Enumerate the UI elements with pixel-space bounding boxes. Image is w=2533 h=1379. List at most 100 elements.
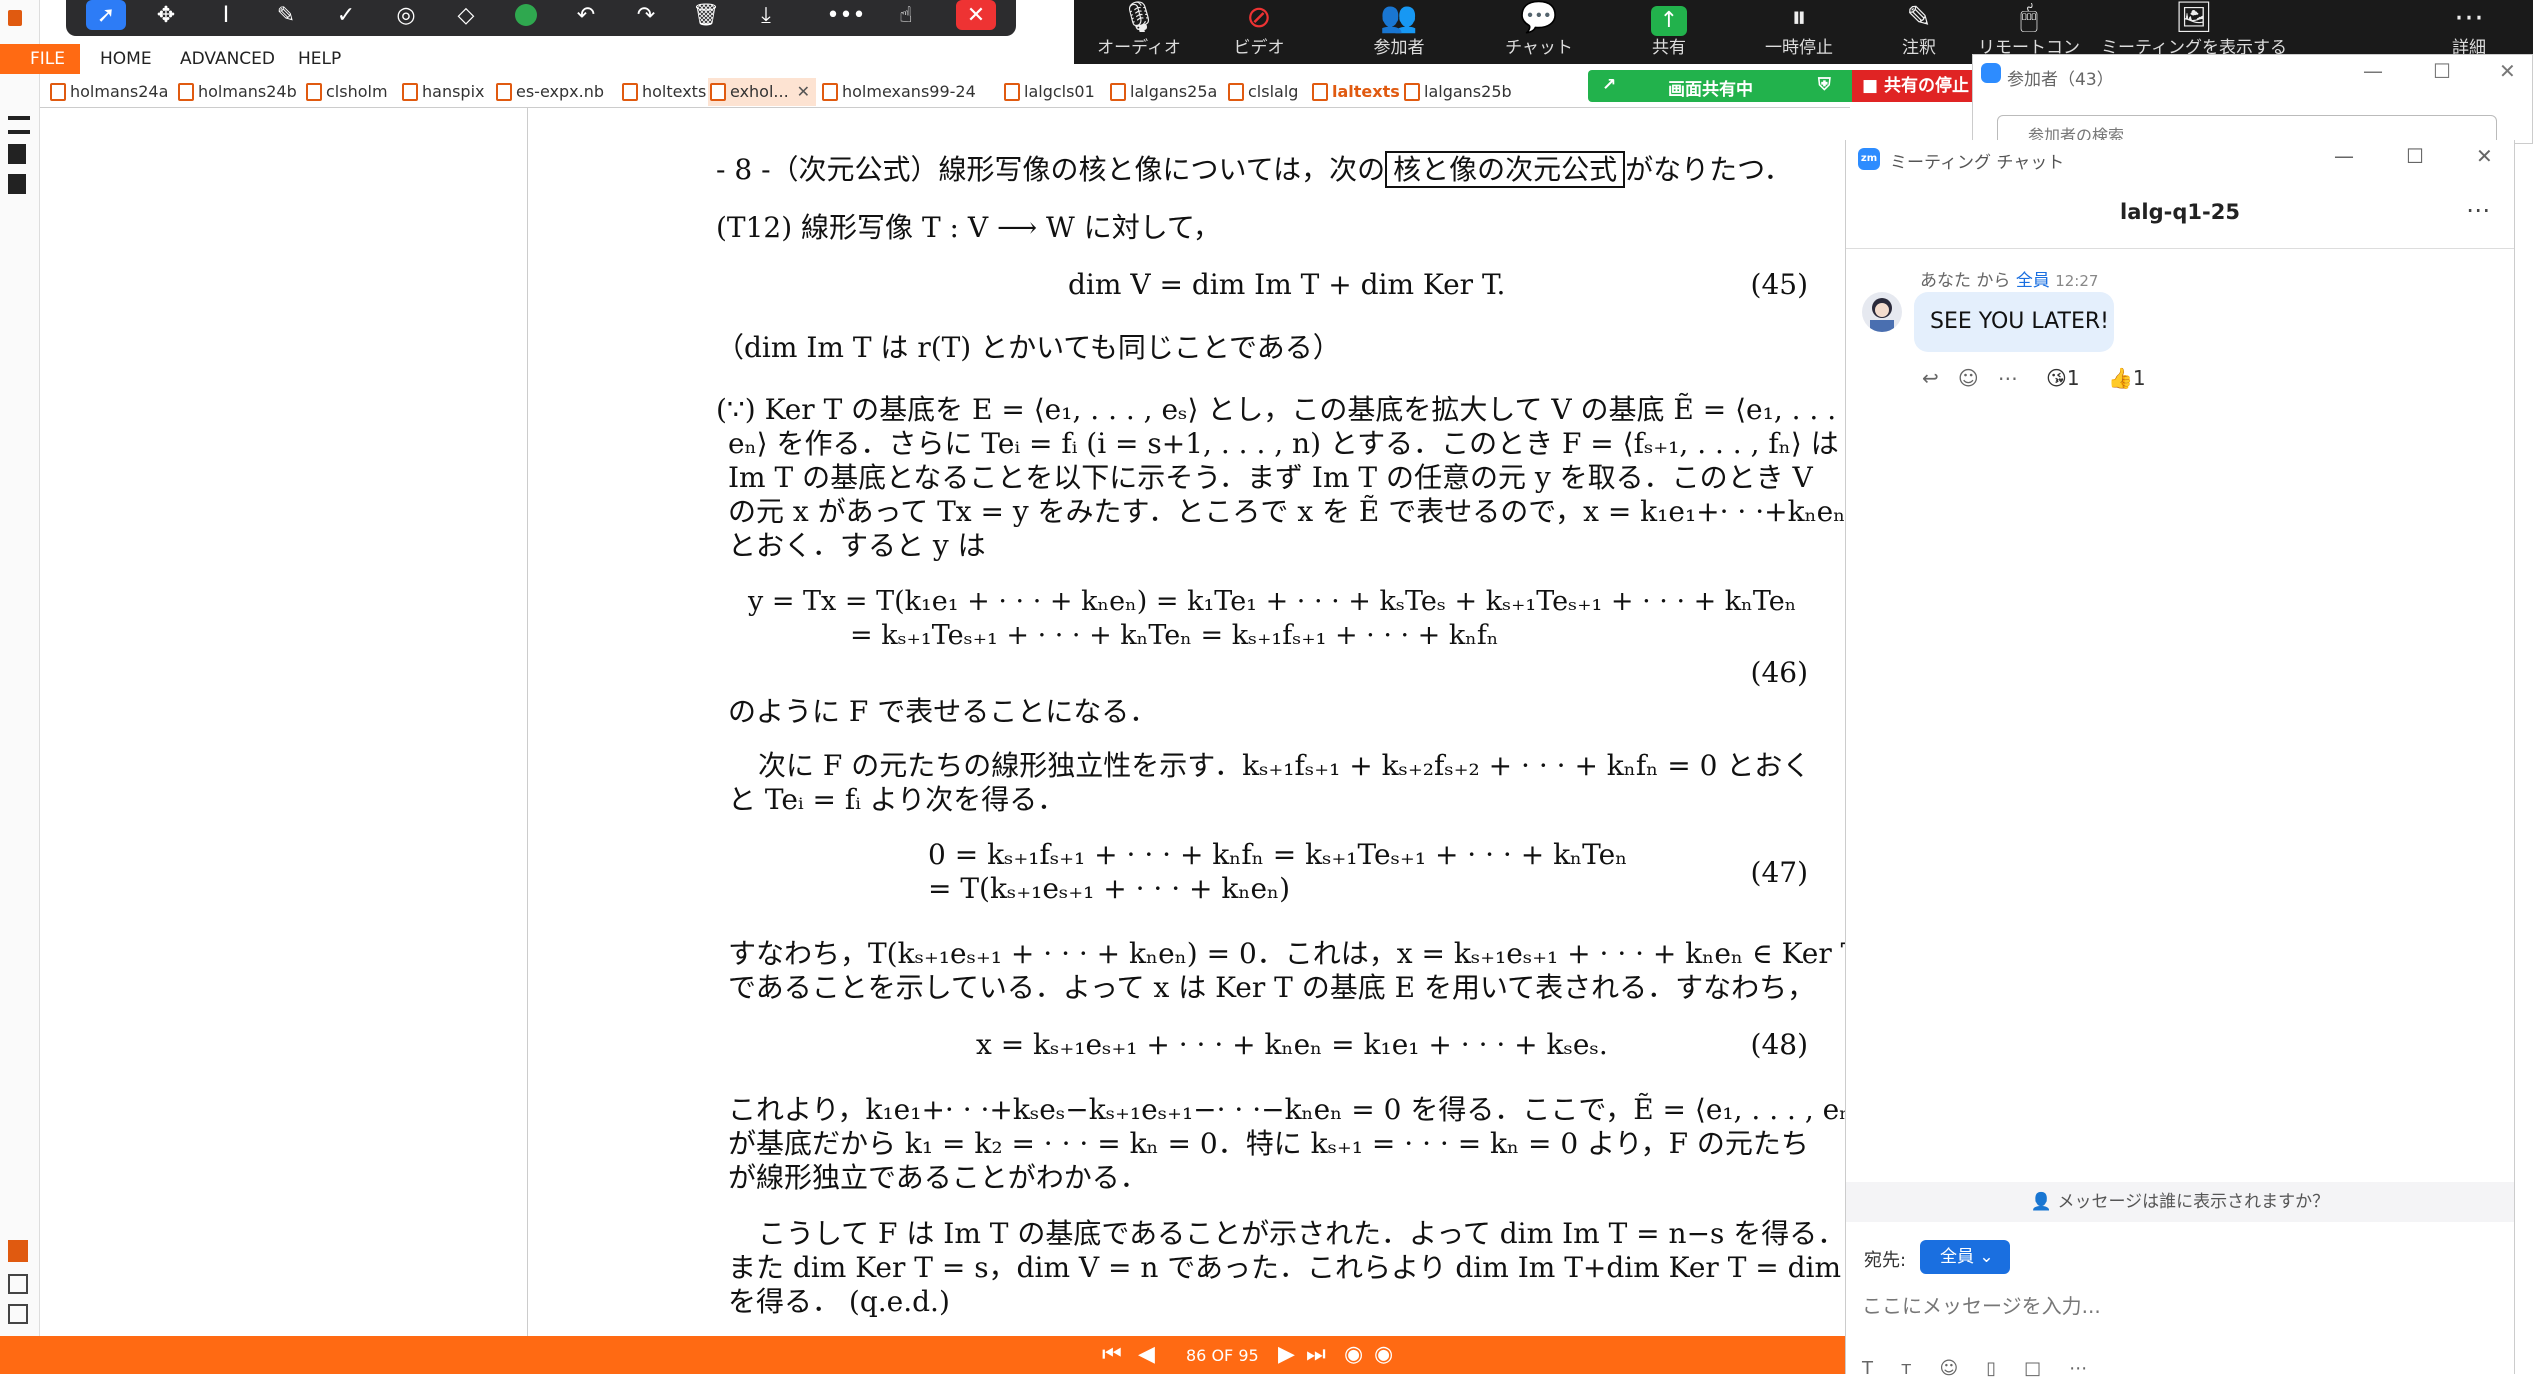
participants-icon: 👥 <box>1380 0 1418 35</box>
minimize-icon[interactable]: — <box>2363 59 2383 83</box>
message-input[interactable]: ここにメッセージを入力... <box>1862 1290 2101 1319</box>
first-page-icon[interactable]: ⏮ <box>1102 1342 1122 1367</box>
tab-exhol[interactable]: exhol... ✕ <box>708 78 817 106</box>
reaction-count: 1 <box>2066 366 2080 390</box>
stop-share-button[interactable]: ■ 共有の停止 <box>1852 70 1972 102</box>
maximize-icon[interactable]: ☐ <box>2406 144 2424 168</box>
tab-holmexans[interactable]: holmexans99-24 <box>820 78 976 106</box>
pointer-icon[interactable]: ☝ <box>886 0 926 30</box>
proof-line-6: のように F で表せることになる． <box>728 695 1158 728</box>
chat-button[interactable]: 💬 チャット <box>1484 0 1594 64</box>
emoji-icon[interactable]: ☺ <box>1939 1358 1986 1379</box>
recipient-value: 全員 <box>1940 1247 1974 1267</box>
equation-48: x = kₛ₊₁eₛ₊₁ + · · · + kₙeₙ = k₁e₁ + · ·… <box>976 1028 1608 1061</box>
select-icon[interactable]: ➚ <box>86 0 126 30</box>
move-icon[interactable]: ✥ <box>146 0 186 30</box>
layers-icon[interactable] <box>8 174 26 194</box>
chat-window-title: ミーティング チャット <box>1890 153 2065 173</box>
advanced-menu[interactable]: ADVANCED <box>180 44 275 74</box>
pdf-page-content: - 8 -（次元公式）線形写像の核と像については，次の 核と像の次元公式 がなりたつ… <box>528 108 1870 1336</box>
page-indicator[interactable]: 86 OF 95 <box>1186 1346 1259 1365</box>
remark-line: （dim Im T は r(T) とかいても同じことである） <box>716 331 1341 364</box>
more-format-icon[interactable]: ⋯ <box>2069 1358 2115 1379</box>
tab-holmans24b[interactable]: holmans24b <box>176 78 297 106</box>
tab-clsholm[interactable]: clsholm <box>304 78 388 106</box>
proof-line-13: が線形独立であることがわかる． <box>728 1161 1148 1194</box>
list-icon[interactable] <box>8 1304 28 1324</box>
pages-icon[interactable] <box>8 144 26 164</box>
maximize-icon[interactable]: ☐ <box>2433 59 2451 83</box>
left-tool-panel <box>0 108 40 1336</box>
doc-heading: - 8 -（次元公式）線形写像の核と像については，次の 核と像の次元公式 がなりたつ… <box>716 148 1792 188</box>
close-window-icon[interactable]: ✕ <box>2476 144 2493 168</box>
close-tab-icon[interactable]: ✕ <box>797 82 810 101</box>
back-icon[interactable]: ◉ <box>1344 1342 1363 1367</box>
redo-icon[interactable]: ↷ <box>626 0 666 30</box>
chat-message[interactable]: SEE YOU LATER! <box>1914 292 2114 352</box>
video-label: ビデオ <box>1233 38 1285 58</box>
participants-title: 参加者（43） <box>2007 70 2114 90</box>
last-page-icon[interactable]: ⏭ <box>1306 1342 1326 1367</box>
format-icon[interactable]: Tт <box>1862 1358 1939 1379</box>
thumbnails-icon[interactable] <box>8 1240 28 1262</box>
annotate-label: 注釈 <box>1902 38 1936 58</box>
file-menu[interactable]: FILE <box>0 44 80 74</box>
close-icon[interactable]: ✕ <box>956 0 996 30</box>
tab-holmans24a[interactable]: holmans24a <box>48 78 168 106</box>
recipient-dropdown[interactable]: 全員 ⌄ <box>1920 1240 2010 1274</box>
text-cursor-icon[interactable]: I <box>206 0 246 30</box>
delete-icon[interactable]: 🗑 <box>686 0 726 30</box>
undo-icon[interactable]: ↶ <box>566 0 606 30</box>
outline-icon[interactable] <box>8 1274 28 1294</box>
help-menu[interactable]: HELP <box>298 44 341 74</box>
recipient[interactable]: 全員 <box>2016 271 2050 291</box>
prev-page-icon[interactable]: ◀ <box>1138 1342 1155 1367</box>
reaction-count: 1 <box>2132 366 2146 390</box>
avatar <box>1862 292 1902 332</box>
eraser-icon[interactable]: ◇ <box>446 0 486 30</box>
screenshot-icon[interactable]: □ <box>2024 1358 2069 1379</box>
share-button[interactable]: ↑ 共有 <box>1614 0 1724 64</box>
tab-lalgans25b[interactable]: lalgans25b <box>1402 78 1512 106</box>
reaction-chip-1[interactable]: 😘1 <box>2046 366 2080 390</box>
reaction-chip-2[interactable]: 👍1 <box>2108 366 2146 390</box>
video-off-icon: ⊘ <box>1246 0 1272 35</box>
color-dot-icon[interactable] <box>506 0 546 30</box>
audio-button[interactable]: 🎙 オーディオ <box>1084 0 1194 64</box>
home-menu[interactable]: HOME <box>100 44 152 74</box>
participants-button[interactable]: 👥 参加者 <box>1344 0 1454 64</box>
people-icon: 👤 <box>2030 1192 2053 1212</box>
close-window-icon[interactable]: ✕ <box>2499 59 2516 83</box>
tab-es-expx[interactable]: es-expx.nb <box>494 78 604 106</box>
next-page-icon[interactable]: ▶ <box>1278 1342 1295 1367</box>
tab-hanspix[interactable]: hanspix <box>400 78 485 106</box>
check-icon[interactable]: ✓ <box>326 0 366 30</box>
message-actions: ↩ ☺ ⋯ <box>1922 366 2018 390</box>
tab-lalgcls01[interactable]: lalgcls01 <box>1002 78 1095 106</box>
visibility-notice[interactable]: 👤 メッセージは誰に表示されますか？ <box>1846 1182 2514 1222</box>
file-icon[interactable]: ▯ <box>1986 1358 2024 1379</box>
tab-lalgans25a[interactable]: lalgans25a <box>1108 78 1217 106</box>
recipient-label: 宛先: <box>1864 1250 1907 1271</box>
video-button[interactable]: ⊘ ビデオ <box>1204 0 1314 64</box>
more-icon[interactable]: ••• <box>826 0 866 30</box>
stamp-icon[interactable]: ◎ <box>386 0 426 30</box>
reply-icon[interactable]: ↩ <box>1922 366 1939 390</box>
forward-icon[interactable]: ◉ <box>1374 1342 1393 1367</box>
pause-share-button[interactable]: ⏸ 一時停止 <box>1744 0 1854 64</box>
more-actions-icon[interactable]: ⋯ <box>1998 366 2018 390</box>
annotate-button[interactable]: ✎ 注釈 <box>1864 0 1974 64</box>
tab-clslalg[interactable]: clslalg <box>1226 78 1298 106</box>
proof-line-8: と Teᵢ = fᵢ より次を得る． <box>728 783 1066 816</box>
tab-holtexts[interactable]: holtexts <box>620 78 706 106</box>
tab-label: holmans24a <box>70 82 169 101</box>
theorem-statement: (T12) 線形写像 T : V ⟶ W に対して， <box>716 211 1221 244</box>
bookmarks-icon[interactable] <box>8 116 30 134</box>
download-icon[interactable]: ⤓ <box>746 0 786 30</box>
pen-icon[interactable]: ✎ <box>266 0 306 30</box>
equation-number-47: (47) <box>1750 856 1808 889</box>
chat-options-icon[interactable]: ⋯ <box>2466 196 2490 224</box>
minimize-icon[interactable]: — <box>2334 144 2354 168</box>
status-bar: ⏮ ◀ 86 OF 95 ▶ ⏭ ◉ ◉ <box>0 1336 1848 1374</box>
add-reaction-icon[interactable]: ☺ <box>1958 366 1979 390</box>
